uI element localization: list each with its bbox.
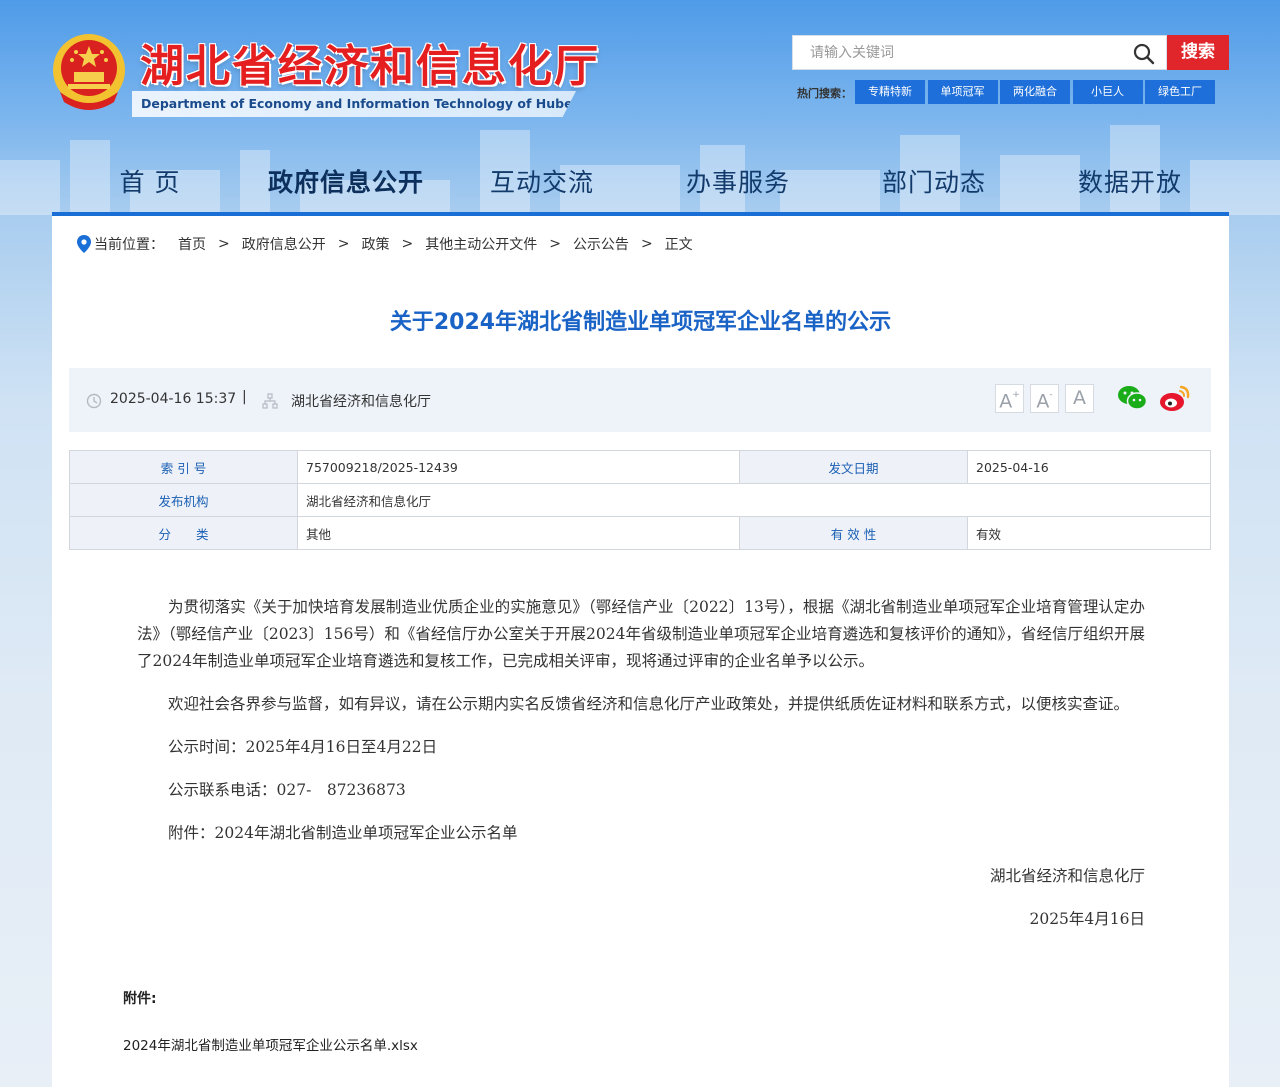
organization-icon [262,393,278,409]
breadcrumb-label: 当前位置： [94,237,164,253]
national-emblem-logo [53,34,125,110]
org-label: 发布机构 [69,483,298,517]
table-row: 索 引 号 757009218/2025-12439 发文日期 2025-04-… [69,450,1211,484]
main-nav: 首 页 政府信息公开 互动交流 办事服务 部门动态 数据开放 [52,160,1229,212]
hot-tag[interactable]: 绿色工厂 [1145,80,1215,104]
document-info-table: 索 引 号 757009218/2025-12439 发文日期 2025-04-… [69,450,1211,550]
search-input[interactable] [793,36,1123,69]
article-title: 关于2024年湖北省制造业单项冠军企业名单的公示 [389,310,892,335]
font-size-decrease-button[interactable]: A- [1030,384,1059,413]
breadcrumb-other-files[interactable]: 其他主动公开文件 [425,234,537,254]
breadcrumb-current: 正文 [664,237,693,253]
category-label: 分 类 [69,516,298,550]
breadcrumb-policy[interactable]: 政策 [361,234,389,254]
nav-item-interaction[interactable]: 互动交流 [444,160,640,212]
validity-label: 有 效 性 [739,516,968,550]
attachment-file-link[interactable]: 2024年湖北省制造业单项冠军企业公示名单.xlsx [123,1034,418,1054]
attachment-title: 附件: [123,991,157,1007]
weibo-share-icon[interactable] [1159,383,1191,413]
table-row: 发布机构 湖北省经济和信息化厅 [69,483,1211,517]
date-value: 2025-04-16 [967,450,1211,484]
site-subtitle: Department of Economy and Information Te… [132,91,576,117]
index-value: 757009218/2025-12439 [297,450,740,484]
breadcrumb-separator: > [640,236,653,252]
search-box [792,35,1167,70]
location-pin-icon [77,235,91,253]
article-body: 为贯彻落实《关于加快培育发展制造业优质企业的实施意见》（鄂经信产业〔2022〕1… [137,594,1145,949]
hot-tag[interactable]: 专精特新 [855,80,925,104]
org-value: 湖北省经济和信息化厅 [297,483,1211,517]
article-meta-bar: 2025-04-16 15:37 | 湖北省经济和信息化厅 A+ A- A [69,368,1211,432]
nav-item-services[interactable]: 办事服务 [640,160,836,212]
body-paragraph: 公示时间：2025年4月16日至4月22日 [168,738,438,756]
body-paragraph: 公示联系电话：027- 87236873 [168,781,406,799]
nav-item-news[interactable]: 部门动态 [836,160,1032,212]
body-paragraph: 为贯彻落实《关于加快培育发展制造业优质企业的实施意见》（鄂经信产业〔2022〕1… [137,598,1145,670]
body-paragraph: 欢迎社会各界参与监督，如有异议，请在公示期内实名反馈省经济和信息化厅产业政策处，… [168,695,1130,713]
table-row: 分 类 其他 有 效 性 有效 [69,516,1211,550]
signature-date: 2025年4月16日 [1029,910,1145,928]
nav-item-open-data[interactable]: 数据开放 [1032,160,1228,212]
publish-source: 湖北省经济和信息化厅 [291,394,431,410]
date-label: 发文日期 [739,450,968,484]
category-value: 其他 [297,516,740,550]
meta-separator: | [242,389,247,405]
breadcrumb: 当前位置： 首页 > 政府信息公开 > 政策 > 其他主动公开文件 > 公示公告… [77,234,693,254]
wechat-share-icon[interactable] [1117,384,1147,412]
breadcrumb-separator: > [337,236,350,252]
breadcrumb-gov-info[interactable]: 政府信息公开 [242,234,326,254]
content-panel: 当前位置： 首页 > 政府信息公开 > 政策 > 其他主动公开文件 > 公示公告… [52,216,1229,1087]
nav-item-gov-info[interactable]: 政府信息公开 [248,160,444,212]
hot-tag[interactable]: 单项冠军 [927,80,998,104]
hot-tag[interactable]: 小巨人 [1072,80,1143,104]
nav-item-home[interactable]: 首 页 [52,160,248,212]
signature-org: 湖北省经济和信息化厅 [989,867,1145,885]
font-size-reset-button[interactable]: A [1065,384,1094,413]
breadcrumb-announcements[interactable]: 公示公告 [573,234,629,254]
hot-tag[interactable]: 两化融合 [1000,80,1070,104]
publish-date: 2025-04-16 15:37 [110,391,237,407]
breadcrumb-separator: > [401,236,414,252]
breadcrumb-separator: > [218,236,230,252]
breadcrumb-home[interactable]: 首页 [178,234,206,254]
body-paragraph: 附件：2024年湖北省制造业单项冠军企业公示名单 [168,824,518,842]
font-size-increase-button[interactable]: A+ [995,384,1024,413]
index-label: 索 引 号 [69,450,298,484]
site-title: 湖北省经济和信息化厅 [140,41,600,92]
clock-icon [86,393,102,409]
validity-value: 有效 [967,516,1211,550]
hot-search-tags: 专精特新 单项冠军 两化融合 小巨人 绿色工厂 [855,80,1218,104]
site-header: 湖北省经济和信息化厅 Department of Economy and Inf… [0,0,1280,216]
search-icon[interactable] [1132,42,1156,66]
search-button[interactable]: 搜索 [1167,35,1229,70]
breadcrumb-separator: > [549,236,561,252]
hot-search-label: 热门搜索： [797,87,852,100]
